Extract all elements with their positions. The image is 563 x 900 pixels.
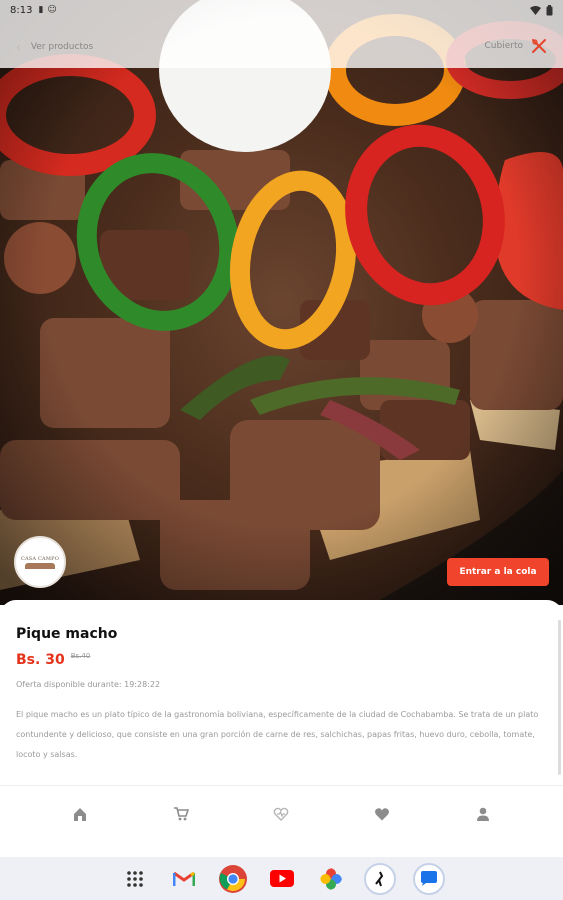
- product-price: Bs. 30: [16, 652, 65, 668]
- product-hero-image: [0, 0, 563, 605]
- logo-house-shape: [25, 562, 55, 569]
- favorites-icon: [375, 808, 390, 821]
- nav-health[interactable]: [269, 802, 293, 826]
- face-icon: ☺: [47, 5, 57, 15]
- food-illustration: [0, 0, 563, 605]
- utensils-crossed-icon: [532, 39, 546, 53]
- android-taskbar: [0, 857, 563, 900]
- gmail-icon: [172, 871, 195, 886]
- youtube-icon: [269, 870, 294, 887]
- circle-app[interactable]: [363, 862, 396, 895]
- nav-profile[interactable]: [471, 802, 495, 826]
- scrollbar[interactable]: [558, 620, 561, 775]
- nav-cart[interactable]: [169, 802, 193, 826]
- nav-home[interactable]: [68, 802, 92, 826]
- gmail-app[interactable]: [168, 863, 200, 895]
- offer-countdown: Oferta disponible durante: 19:28:22: [16, 680, 161, 689]
- status-time: 8:13: [10, 4, 33, 16]
- youtube-app[interactable]: [266, 863, 298, 895]
- price-row: Bs. 30 Bs.40: [16, 652, 547, 668]
- nav-favorites[interactable]: [370, 802, 394, 826]
- cart-icon: [173, 807, 189, 821]
- photos-icon: [319, 867, 342, 890]
- cubierto-label: Cubierto: [484, 41, 523, 51]
- chrome-icon: [218, 864, 247, 893]
- messages-icon: [420, 870, 437, 886]
- figure-icon: [374, 871, 383, 886]
- wifi-icon: [530, 6, 541, 15]
- grid-icon: [126, 870, 143, 887]
- product-detail-sheet: Pique macho Bs. 30 Bs.40 Oferta disponib…: [0, 600, 563, 785]
- enter-queue-button[interactable]: Entrar a la cola: [447, 558, 549, 586]
- chrome-app[interactable]: [217, 863, 249, 895]
- sd-card-icon: ▮: [38, 5, 44, 15]
- back-button[interactable]: ‹ Ver productos: [16, 40, 93, 54]
- product-name: Pique macho: [16, 626, 118, 642]
- chevron-left-icon: ‹: [16, 40, 21, 54]
- screen: 8:13 ▮ ☺ ‹ Ver productos Cubierto CASA C…: [0, 0, 563, 900]
- status-bar: 8:13 ▮ ☺: [0, 0, 563, 20]
- back-label: Ver productos: [30, 42, 94, 52]
- home-icon: [74, 808, 87, 821]
- health-icon: [274, 807, 289, 821]
- messages-app[interactable]: [412, 862, 445, 895]
- bottom-navigation: [0, 785, 563, 857]
- product-old-price: Bs.40: [70, 652, 91, 660]
- restaurant-logo-text: CASA CAMPO: [20, 555, 60, 562]
- profile-icon: [476, 807, 489, 821]
- product-description: El pique macho es un plato típico de la …: [16, 710, 539, 759]
- app-drawer-button[interactable]: [119, 863, 151, 895]
- cubierto-button[interactable]: Cubierto: [485, 38, 547, 54]
- battery-icon: [546, 4, 553, 15]
- photos-app[interactable]: [315, 863, 347, 895]
- restaurant-logo[interactable]: CASA CAMPO: [14, 536, 66, 588]
